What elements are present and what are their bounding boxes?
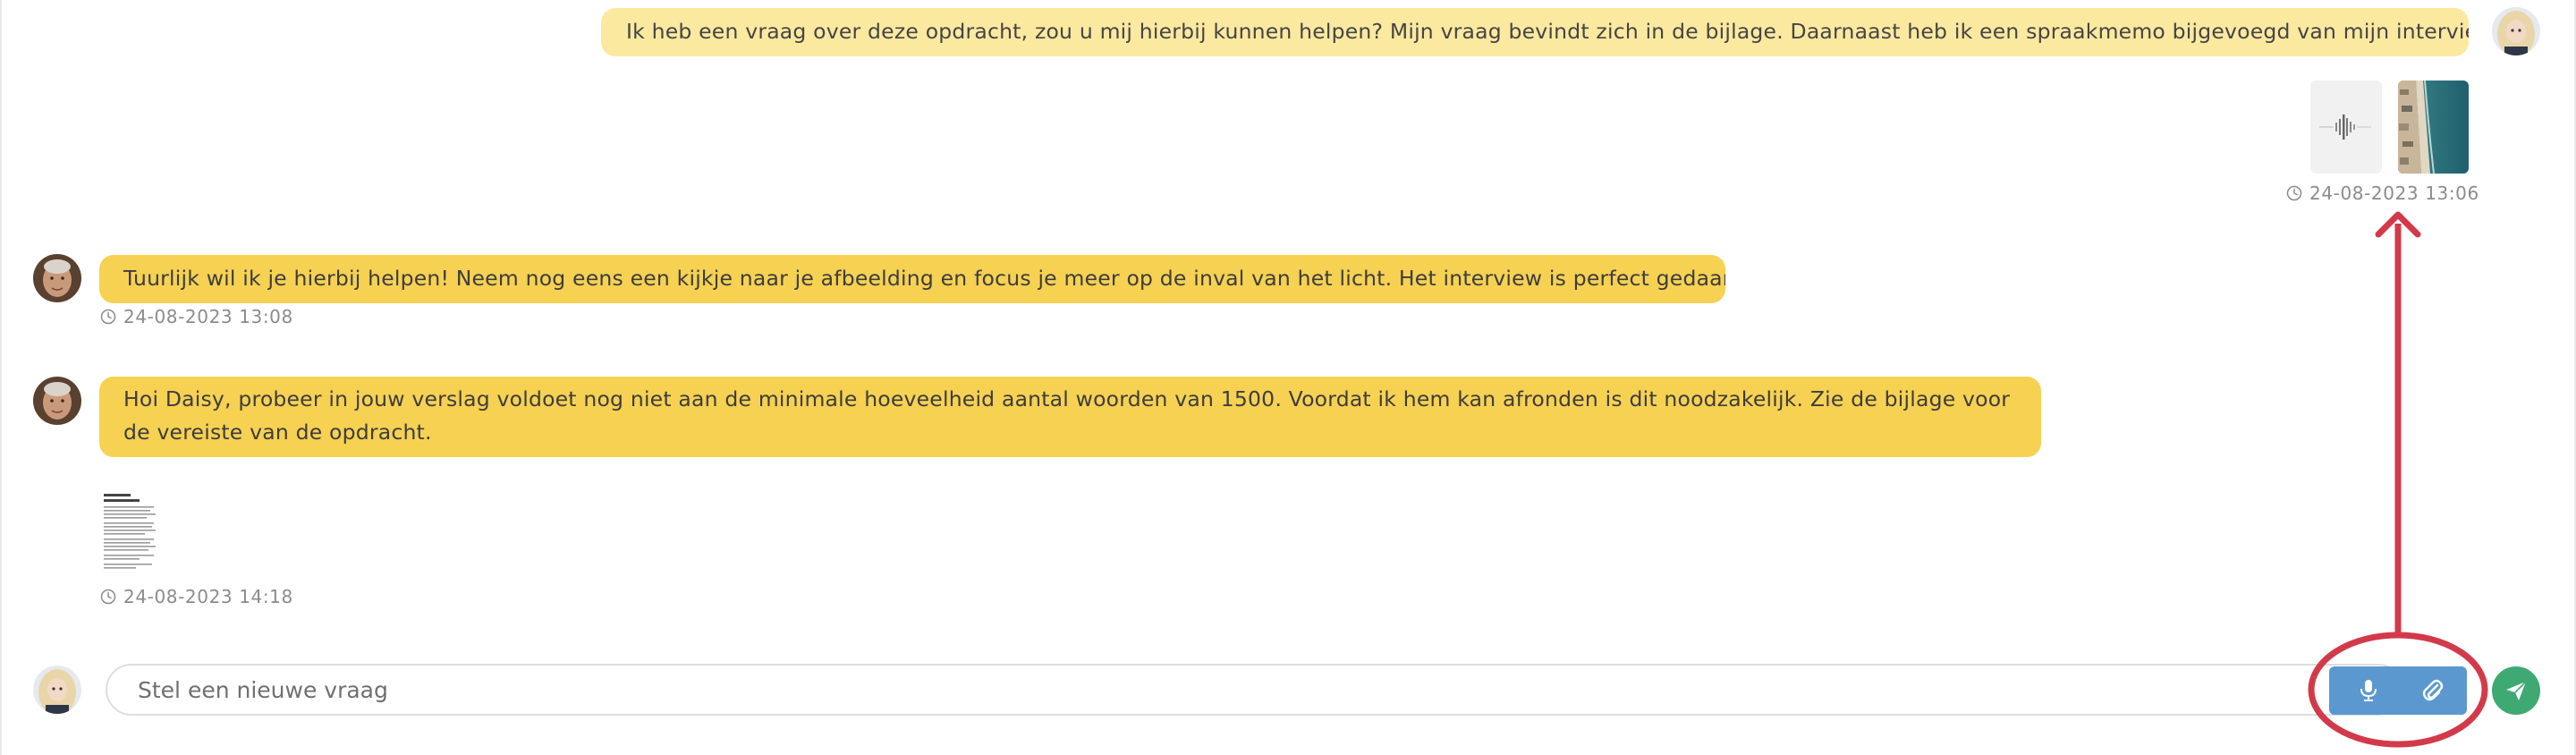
message-timestamp: 24-08-2023 13:06: [2286, 182, 2479, 204]
left-border: [0, 0, 2, 755]
paper-plane-icon: [2506, 681, 2527, 700]
record-voice-button[interactable]: [2342, 666, 2395, 715]
message-timestamp: 24-08-2023 14:18: [100, 586, 293, 607]
attachment-audio-memo[interactable]: [2310, 81, 2382, 174]
student-avatar[interactable]: [2492, 7, 2540, 55]
annotation-arrowhead: [2375, 211, 2421, 238]
clock-icon: [100, 589, 116, 605]
media-tools-group: [2329, 666, 2467, 715]
message-bubble-teacher: Hoi Daisy, probeer in jouw verslag voldo…: [99, 377, 2041, 457]
clock-icon: [2286, 185, 2302, 201]
teacher-avatar[interactable]: [33, 377, 81, 425]
new-question-field[interactable]: [106, 664, 2404, 716]
paperclip-icon: [2422, 679, 2444, 701]
clock-icon: [100, 309, 116, 325]
attach-file-button[interactable]: [2406, 666, 2460, 715]
message-bubble-student: Ik heb een vraag over deze opdracht, zou…: [601, 8, 2469, 56]
message-text: Tuurlijk wil ik je hierbij helpen! Neem …: [123, 266, 1725, 291]
message-bubble-teacher: Tuurlijk wil ik je hierbij helpen! Neem …: [99, 255, 1725, 303]
student-avatar[interactable]: [33, 666, 81, 714]
send-button[interactable]: [2492, 666, 2540, 715]
attachment-document[interactable]: [100, 490, 165, 573]
attachment-beach-photo[interactable]: [2398, 81, 2469, 174]
message-timestamp: 24-08-2023 13:08: [100, 306, 293, 327]
teacher-avatar[interactable]: [33, 254, 81, 302]
microphone-icon: [2360, 680, 2377, 701]
message-text: Ik heb een vraag over deze opdracht, zou…: [626, 19, 2469, 44]
message-text: Hoi Daisy, probeer in jouw verslag voldo…: [123, 386, 2011, 445]
new-question-input[interactable]: [107, 666, 2402, 714]
